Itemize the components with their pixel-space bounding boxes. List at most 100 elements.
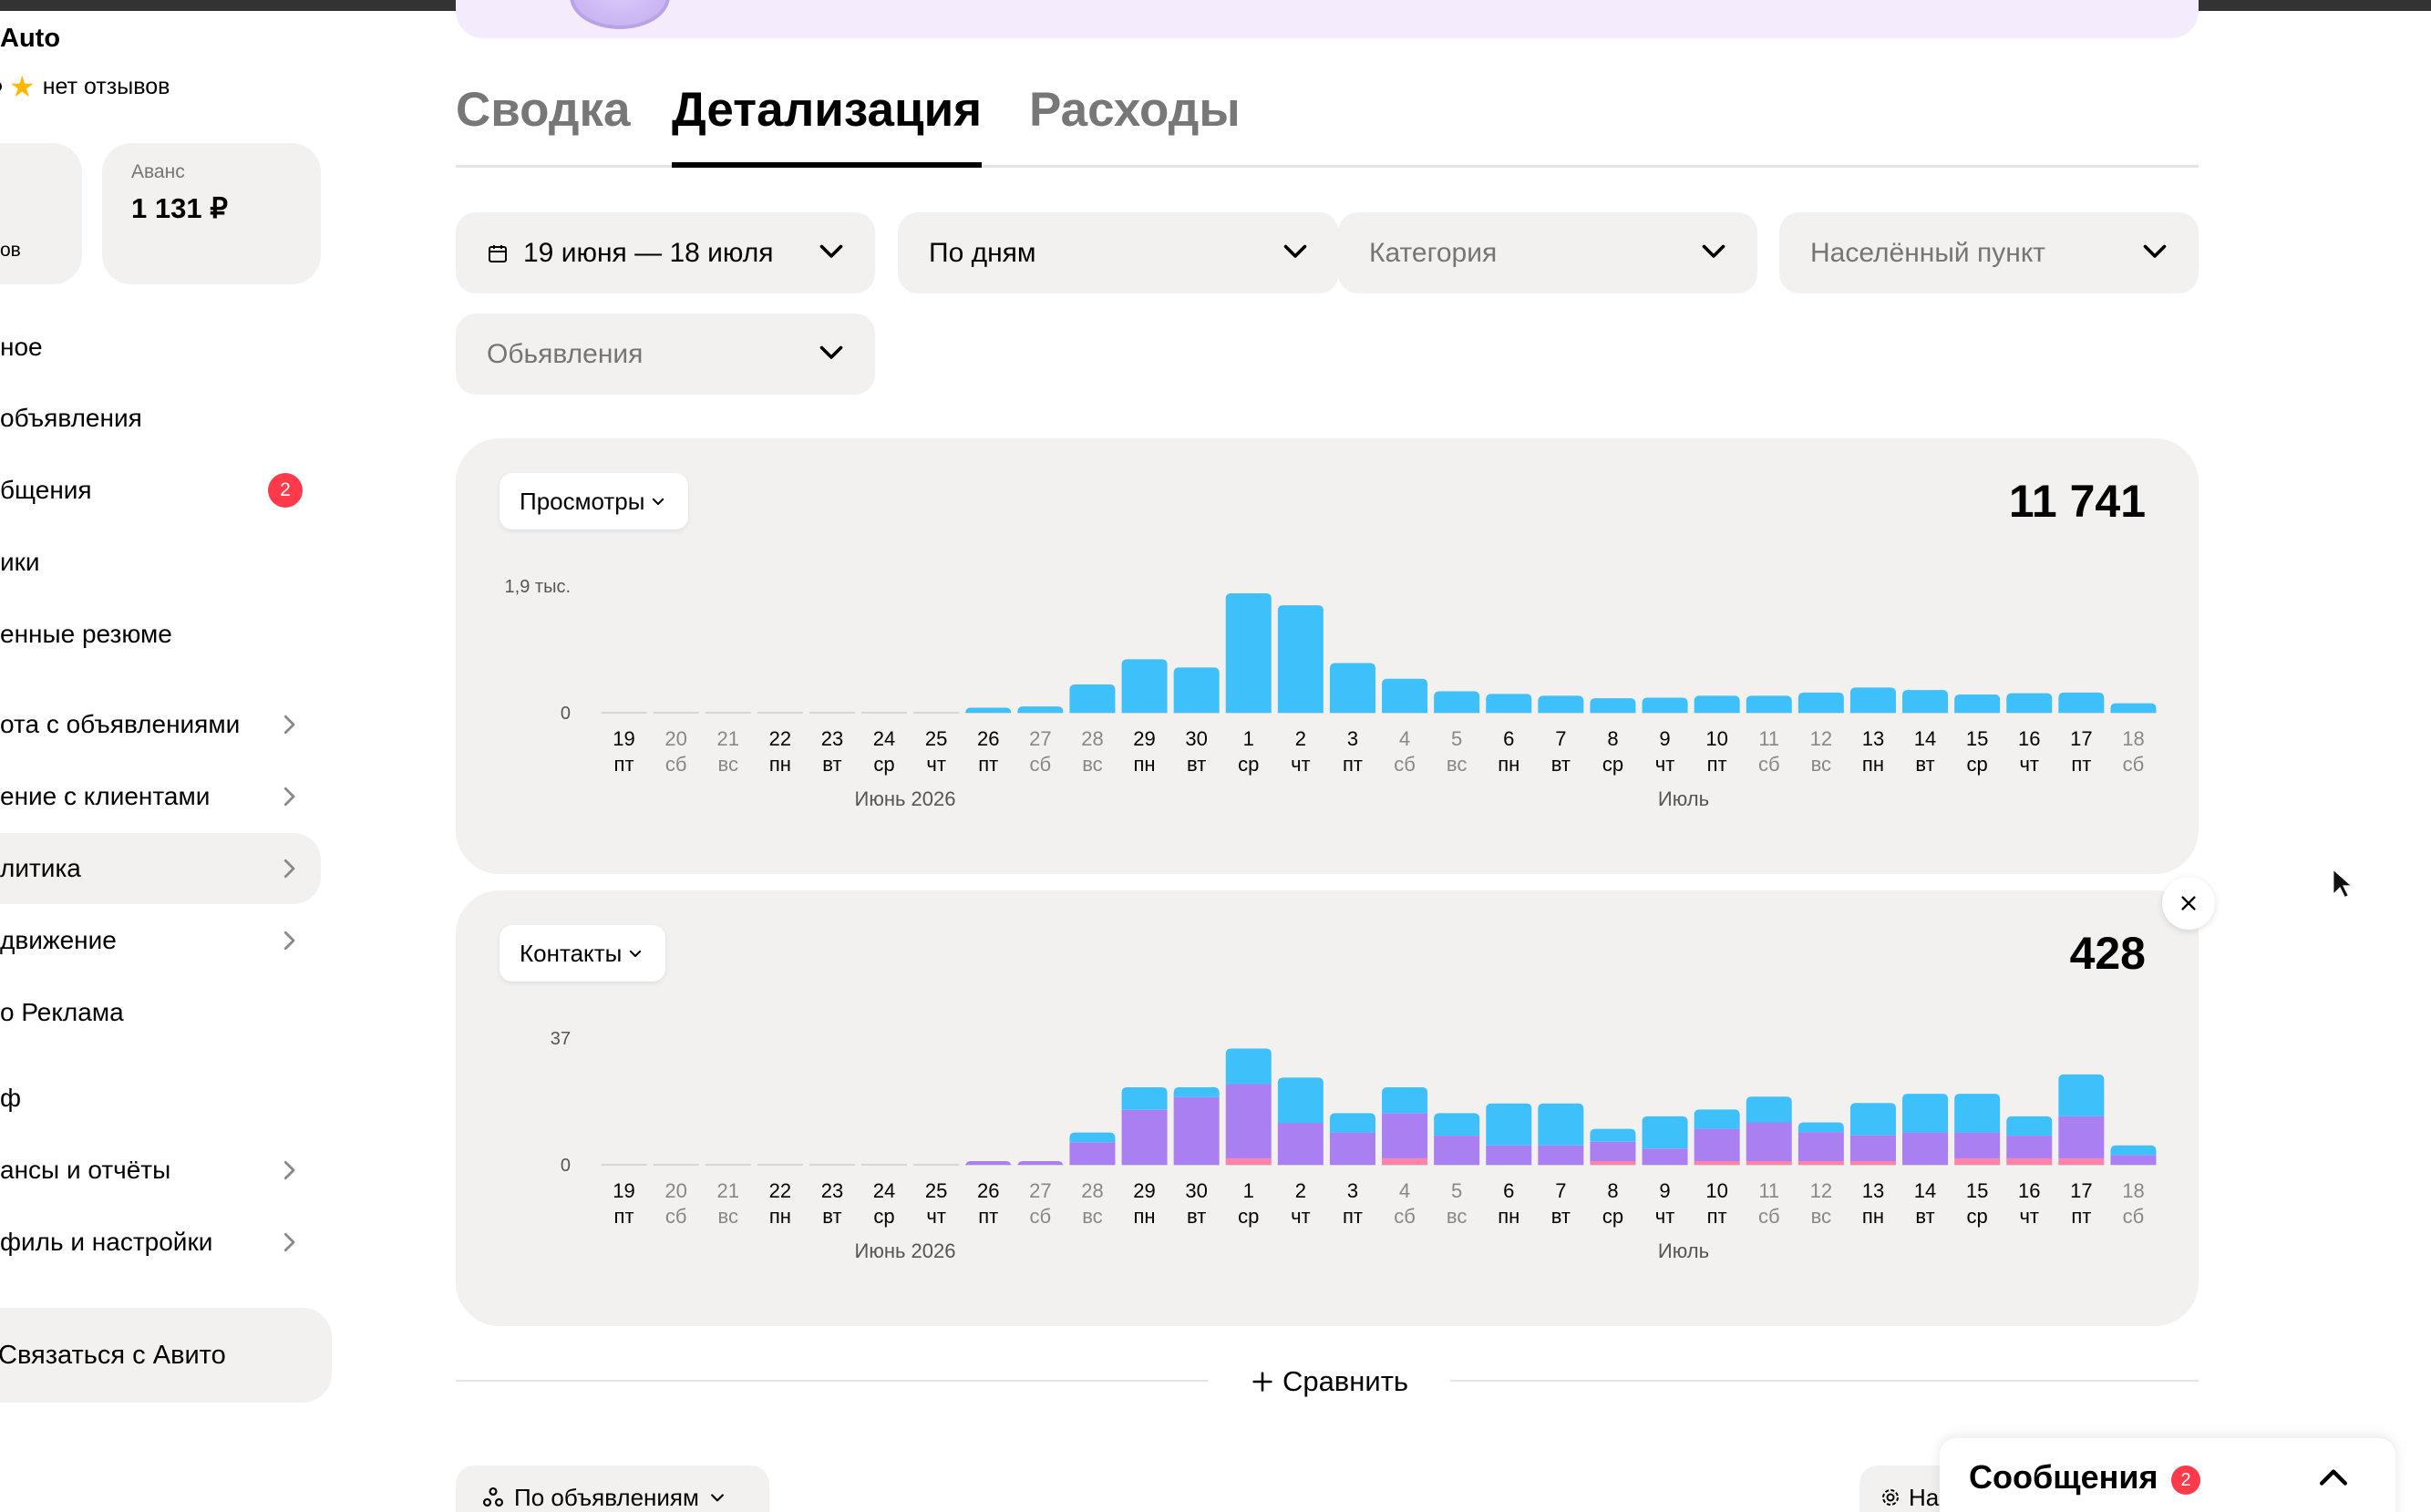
chart-bar[interactable] — [965, 1161, 1012, 1167]
sidebar-item-tariff[interactable]: ф — [0, 1063, 321, 1134]
chart-bar[interactable] — [1486, 694, 1532, 713]
chart-bar[interactable] — [2006, 693, 2053, 713]
chart-bar[interactable] — [1538, 695, 1584, 713]
balance-card-avans[interactable]: Аванс 1 131 ₽ — [102, 143, 321, 284]
chart-bar[interactable] — [1225, 1048, 1272, 1085]
compare-button[interactable]: Сравнить — [1208, 1356, 1450, 1407]
chart-bar[interactable] — [2110, 703, 2157, 713]
chart-bar[interactable] — [1797, 1132, 1844, 1161]
grouping-select[interactable]: По дням — [898, 212, 1339, 293]
chart-bar[interactable] — [1902, 1132, 1949, 1165]
chart-bar[interactable] — [1434, 1136, 1480, 1165]
chart-bar[interactable] — [1017, 706, 1064, 713]
sidebar-item-promotion[interactable]: движение — [0, 905, 321, 976]
ads-select[interactable]: Обьявления — [456, 314, 875, 395]
chart-bar[interactable] — [1225, 1157, 1272, 1165]
contact-avito-button[interactable]: Связаться с Авито — [0, 1308, 332, 1403]
chart-bar[interactable] — [1642, 1116, 1688, 1149]
chart-bar[interactable] — [2006, 1116, 2053, 1137]
chart-bar[interactable] — [1121, 1087, 1168, 1110]
chart-bar[interactable] — [1173, 667, 1220, 713]
chart-bar[interactable] — [1590, 698, 1636, 713]
chart-bar[interactable] — [2058, 692, 2105, 713]
chart-bar[interactable] — [1954, 694, 2001, 713]
sidebar-item-advertising[interactable]: о Реклама — [0, 977, 321, 1048]
chart-bar[interactable] — [2110, 1145, 2157, 1156]
chart-bar[interactable] — [2110, 1155, 2157, 1165]
shop-name[interactable]: Auto — [0, 24, 60, 54]
chart-bar[interactable] — [1954, 1094, 2001, 1133]
chart-bar[interactable] — [1486, 1145, 1532, 1165]
chart-bar[interactable] — [965, 707, 1012, 714]
chart-bar[interactable] — [1434, 691, 1480, 713]
chart-bar[interactable] — [1746, 695, 1792, 713]
chart-bar[interactable] — [1017, 1161, 1064, 1167]
chart-bar[interactable] — [1069, 1132, 1116, 1143]
chart-bar[interactable] — [1382, 678, 1428, 713]
promo-banner[interactable] — [456, 0, 2199, 38]
sidebar-item-main[interactable]: ное — [0, 312, 321, 383]
sidebar-item-finance[interactable]: ансы и отчёты — [0, 1135, 321, 1206]
chart-bar[interactable] — [1642, 697, 1688, 713]
chart-bar[interactable] — [1382, 1087, 1428, 1114]
chart-bar[interactable] — [1642, 1148, 1688, 1165]
chart-bar[interactable] — [1849, 687, 1896, 713]
chart-bar[interactable] — [1954, 1132, 2001, 1158]
chart-bar[interactable] — [1797, 1161, 1844, 1165]
tab-expenses[interactable]: Расходы — [1029, 82, 1241, 168]
sidebar-item-messages[interactable]: бщения 2 — [0, 455, 321, 526]
chart-bar[interactable] — [1694, 1128, 1740, 1161]
chart-bar[interactable] — [1069, 684, 1116, 713]
chart-bar[interactable] — [1849, 1135, 1896, 1161]
chart-bar[interactable] — [1434, 1113, 1480, 1137]
chart-bar[interactable] — [1590, 1161, 1636, 1165]
sidebar-item-ad-work[interactable]: ота с объявлениями — [0, 689, 321, 760]
chart-bar[interactable] — [1121, 659, 1168, 713]
chart-bar[interactable] — [1902, 1094, 1949, 1133]
chart-bar[interactable] — [1849, 1161, 1896, 1165]
chart-bar[interactable] — [1121, 1109, 1168, 1165]
balance-card-wallet[interactable]: ов — [0, 143, 82, 284]
chart-bar[interactable] — [1486, 1103, 1532, 1146]
chart-bar[interactable] — [1694, 695, 1740, 713]
city-select[interactable]: Населённый пункт — [1779, 212, 2199, 293]
chart-bar[interactable] — [2058, 1074, 2105, 1116]
date-range-select[interactable]: 19 июня — 18 июля — [456, 212, 875, 293]
chart-bar[interactable] — [1329, 1113, 1375, 1133]
sidebar-item-candidates[interactable]: ики — [0, 527, 321, 598]
tab-summary[interactable]: Сводка — [456, 82, 630, 168]
sidebar-item-clients[interactable]: ение с клиентами — [0, 761, 321, 832]
chart-bar[interactable] — [1277, 1122, 1324, 1165]
by-ads-select[interactable]: По объявлениям — [456, 1466, 769, 1512]
sidebar-item-ads[interactable]: объявления — [0, 383, 321, 454]
chart-bar[interactable] — [1797, 692, 1844, 713]
chart-bar[interactable] — [1746, 1122, 1792, 1161]
messages-panel[interactable]: Сообщения 2 — [1940, 1438, 2395, 1512]
tab-details[interactable]: Детализация — [672, 82, 983, 168]
chart-bar[interactable] — [1225, 593, 1272, 713]
category-select[interactable]: Категория — [1338, 212, 1757, 293]
sidebar-item-profile[interactable]: филь и настройки — [0, 1207, 321, 1278]
chart-bar[interactable] — [1694, 1109, 1740, 1129]
chart-bar[interactable] — [1954, 1157, 2001, 1165]
chart-bar[interactable] — [1277, 1077, 1324, 1123]
chart-bar[interactable] — [1590, 1141, 1636, 1161]
chart-bar[interactable] — [2006, 1136, 2053, 1158]
chart-bar[interactable] — [1694, 1161, 1740, 1165]
rating-row[interactable]: ★ нет отзывов — [0, 69, 170, 104]
sidebar-item-analytics[interactable]: литика — [0, 833, 321, 904]
chart-bar[interactable] — [1173, 1096, 1220, 1165]
chart-bar[interactable] — [2058, 1157, 2105, 1165]
chart-bar[interactable] — [1849, 1103, 1896, 1136]
chart-bar[interactable] — [2006, 1157, 2053, 1165]
chart-bar[interactable] — [1069, 1142, 1116, 1165]
chart-bar[interactable] — [1746, 1096, 1792, 1123]
chart-bar[interactable] — [1225, 1084, 1272, 1158]
chart-bar[interactable] — [1797, 1122, 1844, 1133]
chart-bar[interactable] — [1590, 1128, 1636, 1142]
chart-bar[interactable] — [1382, 1113, 1428, 1158]
close-chart-button[interactable] — [2162, 877, 2215, 930]
chart-bar[interactable] — [2058, 1116, 2105, 1158]
chart-bar[interactable] — [1382, 1157, 1428, 1165]
chart-bar[interactable] — [1329, 1132, 1375, 1165]
